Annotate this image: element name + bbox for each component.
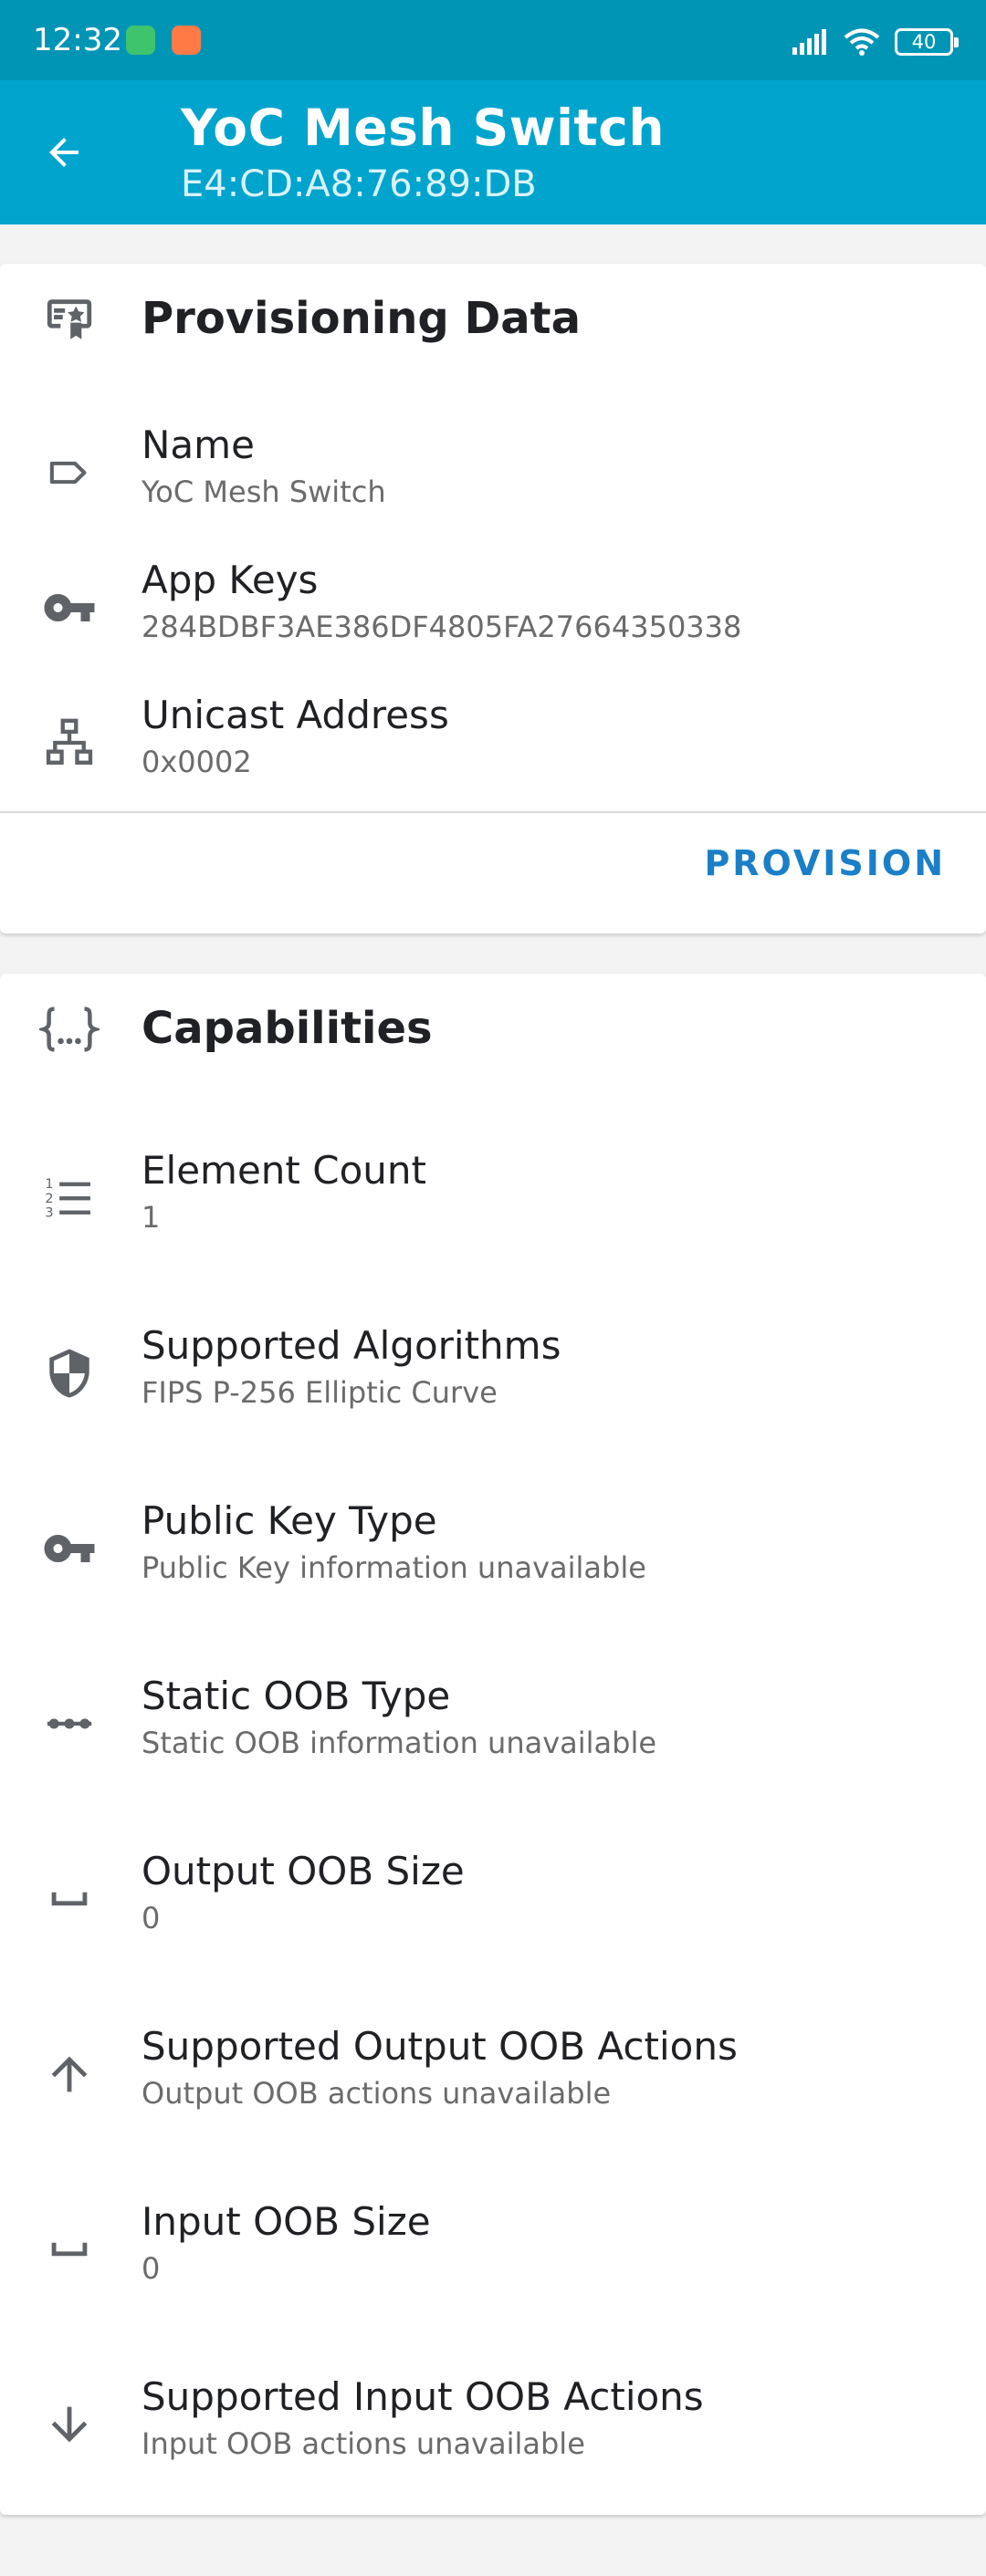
card-title: Capabilities [142, 1003, 433, 1054]
row-label: Public Key Type [142, 1498, 437, 1543]
network-icon [37, 710, 102, 776]
supported-algorithms-row: Supported Algorithms FIPS P-256 Elliptic… [0, 1320, 986, 1430]
row-label: App Keys [142, 558, 319, 602]
shield-icon [37, 1340, 102, 1406]
card-title: Provisioning Data [142, 293, 582, 344]
key-icon [37, 1516, 102, 1581]
row-value: YoC Mesh Switch [142, 475, 386, 509]
row-label: Supported Input OOB Actions [142, 2374, 704, 2419]
page-title: YoC Mesh Switch [181, 99, 665, 157]
key-icon [37, 575, 102, 641]
wifi-icon [844, 27, 880, 57]
supported-input-oob-actions-row: Supported Input OOB Actions Input OOB ac… [0, 2372, 986, 2481]
battery-indicator: 40 [895, 28, 959, 56]
certificate-icon [37, 287, 102, 352]
arrow-up-icon [37, 2041, 102, 2107]
label-icon [37, 440, 102, 506]
unicast-address-row: Unicast Address 0x0002 [0, 690, 986, 799]
security-app-icon [126, 26, 155, 55]
row-value: 0x0002 [142, 745, 252, 779]
space-bar-icon [37, 2216, 102, 2282]
arrow-down-icon [37, 2392, 102, 2457]
app-bar: YoC Mesh Switch E4:CD:A8:76:89:DB [0, 80, 986, 224]
provision-button[interactable]: PROVISION [700, 831, 949, 895]
provisioning-data-card: Provisioning Data Name YoC Mesh Switch A… [0, 264, 986, 933]
row-value: FIPS P-256 Elliptic Curve [142, 1375, 498, 1410]
row-value: 284BDBF3AE386DF4805FA27664350338 [142, 610, 742, 644]
signal-icon [792, 29, 829, 55]
row-label: Unicast Address [142, 693, 449, 737]
mi-app-icon [172, 26, 201, 55]
row-label: Supported Output OOB Actions [142, 2024, 738, 2069]
status-indicators: 40 [792, 24, 959, 60]
row-label: Input OOB Size [142, 2199, 431, 2244]
app-keys-row: App Keys 284BDBF3AE386DF4805FA2766435033… [0, 555, 986, 664]
row-label: Element Count [142, 1148, 426, 1193]
dots-line-icon [37, 1691, 102, 1757]
status-bar: 12:32 40 [0, 0, 986, 80]
row-label: Name [142, 422, 255, 467]
code-braces-icon [37, 996, 102, 1062]
svg-text:1: 1 [45, 1177, 53, 1192]
input-oob-size-row: Input OOB Size 0 [0, 2196, 986, 2306]
row-value: Public Key information unavailable [142, 1550, 646, 1585]
provisioning-data-header: Provisioning Data [0, 264, 986, 355]
element-count-row: 1 2 3 Element Count 1 [0, 1145, 986, 1255]
divider [0, 811, 986, 813]
row-value: Output OOB actions unavailable [142, 2076, 612, 2111]
row-value: 0 [142, 2251, 161, 2286]
status-time: 12:32 [33, 22, 122, 58]
capabilities-header: Capabilities [0, 974, 986, 1065]
row-label: Supported Algorithms [142, 1323, 561, 1368]
public-key-type-row: Public Key Type Public Key information u… [0, 1496, 986, 1605]
row-label: Static OOB Type [142, 1674, 451, 1718]
row-value: 1 [142, 1200, 161, 1235]
row-value: Input OOB actions unavailable [142, 2426, 585, 2461]
output-oob-size-row: Output OOB Size 0 [0, 1846, 986, 1955]
supported-output-oob-actions-row: Supported Output OOB Actions Output OOB … [0, 2021, 986, 2131]
device-address: E4:CD:A8:76:89:DB [181, 163, 537, 205]
capabilities-card: Capabilities 1 2 3 Element Count 1 Suppo… [0, 974, 986, 2515]
row-label: Output OOB Size [142, 1849, 465, 1893]
row-value: 0 [142, 1901, 161, 1935]
svg-text:2: 2 [45, 1192, 53, 1206]
arrow-back-icon [49, 138, 79, 167]
svg-text:3: 3 [45, 1206, 53, 1221]
row-value: Static OOB information unavailable [142, 1726, 657, 1760]
static-oob-type-row: Static OOB Type Static OOB information u… [0, 1671, 986, 1780]
space-bar-icon [37, 1866, 102, 1932]
back-button[interactable] [31, 120, 97, 185]
name-row: Name YoC Mesh Switch [0, 420, 986, 529]
numbered-list-icon: 1 2 3 [37, 1165, 102, 1231]
